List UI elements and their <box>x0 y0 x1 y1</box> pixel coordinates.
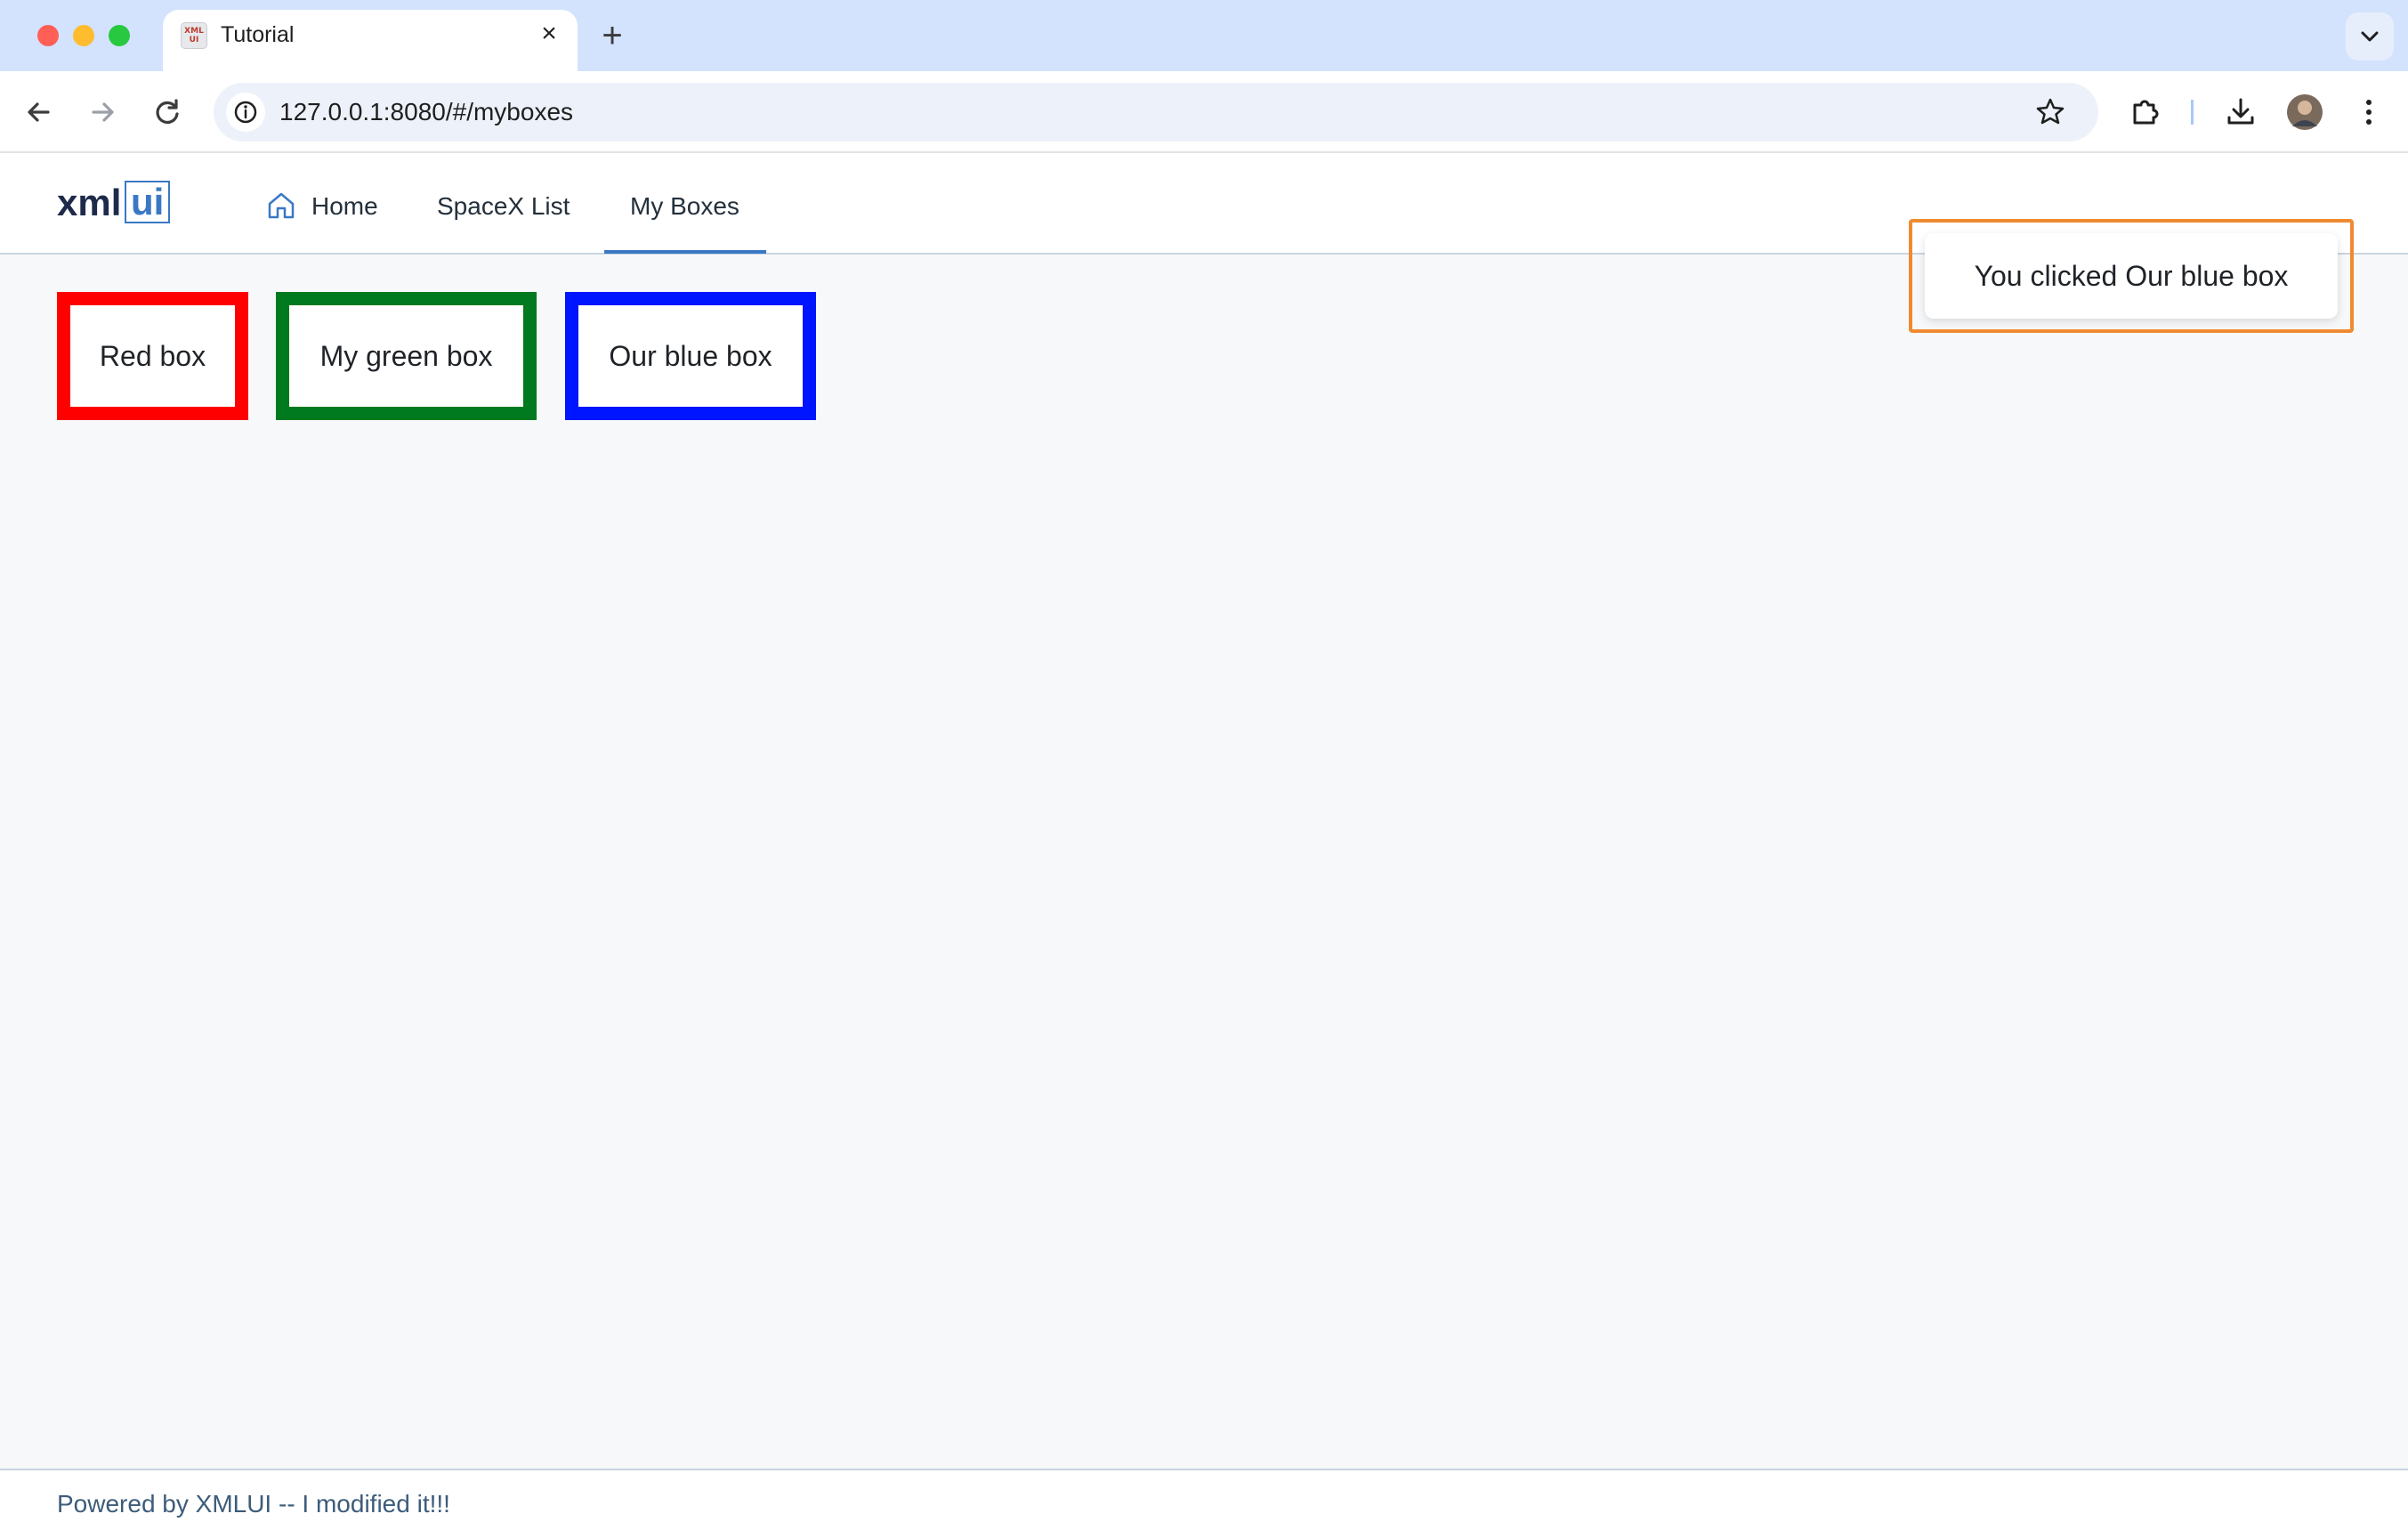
red-box-label: Red box <box>99 339 206 372</box>
download-icon[interactable] <box>2219 91 2262 134</box>
chevron-down-icon <box>2361 31 2379 42</box>
profile-avatar-icon[interactable] <box>2285 93 2324 132</box>
tab-close-icon[interactable]: × <box>534 19 564 49</box>
more-menu-icon[interactable] <box>2349 93 2388 132</box>
toolbar-divider <box>2191 100 2194 125</box>
toast-notification[interactable]: You clicked Our blue box <box>1925 233 2338 319</box>
tab-title: Tutorial <box>221 22 295 47</box>
home-icon <box>268 192 295 219</box>
blue-box-label: Our blue box <box>609 339 772 372</box>
tab-search-button[interactable] <box>2346 12 2394 61</box>
info-icon <box>234 101 257 124</box>
logo-text-xml: xml <box>57 182 122 223</box>
nav-item-spacex-list[interactable]: SpaceX List <box>437 192 570 221</box>
window-minimize-button[interactable] <box>73 25 94 46</box>
blue-box[interactable]: Our blue box <box>565 292 816 420</box>
extensions-puzzle-icon[interactable] <box>2124 91 2167 134</box>
browser-tab[interactable]: XML UI Tutorial × <box>163 10 578 71</box>
forward-arrow-icon[interactable] <box>81 91 124 134</box>
red-box[interactable]: Red box <box>57 292 248 420</box>
nav-item-my-boxes[interactable]: My Boxes <box>630 192 739 221</box>
green-box-label: My green box <box>319 339 493 372</box>
green-box[interactable]: My green box <box>276 292 537 420</box>
window-close-button[interactable] <box>37 25 59 46</box>
address-bar[interactable]: 127.0.0.1:8080/#/myboxes <box>214 83 2098 142</box>
window-maximize-button[interactable] <box>109 25 130 46</box>
logo-text-ui: ui <box>125 181 171 223</box>
app-footer: Powered by XMLUI -- I modified it!!! <box>0 1469 2408 1538</box>
new-tab-icon[interactable]: + <box>594 18 630 53</box>
back-arrow-icon[interactable] <box>18 91 61 134</box>
site-info-button[interactable] <box>226 93 265 132</box>
footer-text: Powered by XMLUI -- I modified it!!! <box>57 1490 450 1518</box>
toast-message: You clicked Our blue box <box>1974 259 2289 292</box>
active-nav-indicator <box>604 250 766 254</box>
bookmark-star-icon[interactable] <box>2031 93 2070 132</box>
tab-favicon-icon: XML UI <box>181 22 207 49</box>
browser-tab-bar: XML UI Tutorial × + <box>0 0 2408 71</box>
url-text[interactable]: 127.0.0.1:8080/#/myboxes <box>279 98 573 126</box>
browser-toolbar: 127.0.0.1:8080/#/myboxes <box>0 71 2408 153</box>
reload-icon[interactable] <box>146 91 189 134</box>
nav-label-home: Home <box>311 192 378 220</box>
